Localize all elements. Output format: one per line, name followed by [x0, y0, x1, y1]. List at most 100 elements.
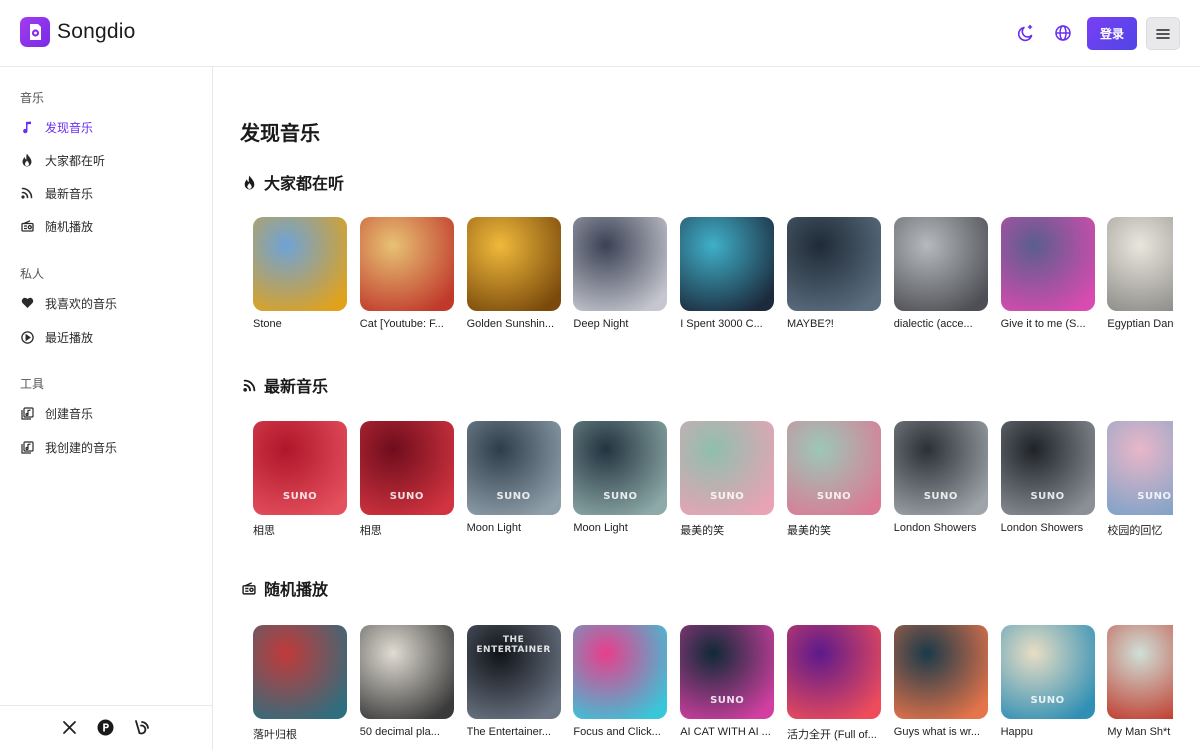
song-cover-art[interactable]: SUNO: [680, 625, 775, 719]
song-title[interactable]: Moon Light: [573, 522, 667, 534]
song-title[interactable]: Stone: [253, 318, 347, 330]
song-cover-art[interactable]: [787, 625, 881, 719]
song-card[interactable]: Deep Night: [573, 217, 668, 330]
song-card[interactable]: My Man Sh*t: [1107, 625, 1173, 738]
song-cover-art[interactable]: SUNO: [893, 421, 988, 515]
songdio-logo-icon[interactable]: [20, 17, 50, 47]
song-cover-art[interactable]: [253, 625, 347, 719]
song-title[interactable]: Deep Night: [573, 318, 667, 330]
login-button[interactable]: 登录: [1087, 17, 1137, 50]
song-title[interactable]: 最美的笑: [680, 522, 774, 538]
song-title[interactable]: Cat [Youtube: F...: [360, 318, 454, 330]
song-cover-art[interactable]: [1107, 217, 1173, 311]
song-cover-art[interactable]: SUNO: [253, 421, 347, 515]
song-card[interactable]: SUNO Moon Light: [466, 421, 561, 534]
globe-icon[interactable]: [1052, 22, 1074, 44]
song-title[interactable]: 最美的笑: [787, 522, 881, 538]
song-title[interactable]: Focus and Click...: [573, 726, 667, 738]
song-title[interactable]: 50 decimal pla...: [360, 726, 454, 738]
song-title[interactable]: Egyptian Dan: [1107, 318, 1173, 330]
x-icon[interactable]: [60, 718, 78, 736]
song-card[interactable]: THE ENTERTAINER The Entertainer...: [466, 625, 561, 738]
sidebar-item-latest[interactable]: 最新音乐: [20, 182, 200, 204]
song-title[interactable]: London Showers: [1001, 522, 1095, 534]
section-title: 随机播放: [264, 582, 329, 599]
song-cover-art[interactable]: [253, 217, 347, 311]
song-card[interactable]: Give it to me (S...: [1000, 217, 1095, 330]
sidebar-item-create[interactable]: 创建音乐: [20, 402, 200, 424]
song-card[interactable]: 活力全开 (Full of...: [787, 625, 881, 742]
song-card[interactable]: SUNO 最美的笑: [787, 421, 881, 538]
song-cover-art[interactable]: SUNO: [359, 421, 454, 515]
sidebar-item-trending[interactable]: 大家都在听: [20, 149, 200, 171]
menu-icon[interactable]: [1146, 17, 1180, 50]
song-card[interactable]: 落叶归根: [253, 625, 347, 742]
song-title[interactable]: 校园的回忆: [1107, 522, 1173, 538]
song-title[interactable]: 活力全开 (Full of...: [787, 726, 881, 742]
song-title[interactable]: Guys what is wr...: [894, 726, 988, 738]
sidebar-item-discover[interactable]: 发现音乐: [20, 116, 200, 138]
song-title[interactable]: The Entertainer...: [467, 726, 561, 738]
song-card[interactable]: Cat [Youtube: F...: [359, 217, 454, 330]
song-title[interactable]: 相思: [253, 522, 347, 538]
song-title[interactable]: dialectic (acce...: [894, 318, 988, 330]
song-card[interactable]: Golden Sunshin...: [466, 217, 561, 330]
sidebar-item-my-music[interactable]: 我创建的音乐: [20, 436, 200, 458]
song-cover-art[interactable]: [573, 217, 668, 311]
song-cover-art[interactable]: SUNO: [680, 421, 775, 515]
song-cover-art[interactable]: [466, 217, 561, 311]
song-card[interactable]: MAYBE?!: [787, 217, 881, 330]
song-cover-art[interactable]: [787, 217, 881, 311]
song-cover-art[interactable]: SUNO: [1107, 421, 1173, 515]
song-card[interactable]: SUNO Happu: [1000, 625, 1095, 738]
sidebar-item-shuffle[interactable]: 随机播放: [20, 215, 200, 237]
song-cover-art[interactable]: [893, 625, 988, 719]
song-cover-art[interactable]: SUNO: [573, 421, 668, 515]
app-name[interactable]: Songdio: [57, 20, 135, 44]
song-cover-art[interactable]: SUNO: [1000, 421, 1095, 515]
song-card[interactable]: 50 decimal pla...: [359, 625, 454, 738]
song-title[interactable]: Give it to me (S...: [1001, 318, 1095, 330]
song-cover-art[interactable]: [1107, 625, 1173, 719]
song-card[interactable]: SUNO London Showers: [893, 421, 988, 534]
song-card[interactable]: Guys what is wr...: [893, 625, 988, 738]
song-title[interactable]: Moon Light: [467, 522, 561, 534]
song-title[interactable]: AI CAT WITH AI ...: [680, 726, 774, 738]
song-cover-art[interactable]: SUNO: [1000, 625, 1095, 719]
song-title[interactable]: Golden Sunshin...: [467, 318, 561, 330]
song-cover-art[interactable]: [893, 217, 988, 311]
song-cover-art[interactable]: [680, 217, 775, 311]
bluesky-icon[interactable]: [132, 718, 150, 736]
song-card[interactable]: SUNO London Showers: [1000, 421, 1095, 534]
song-title[interactable]: My Man Sh*t: [1107, 726, 1173, 738]
song-card[interactable]: SUNO Moon Light: [573, 421, 668, 534]
song-card[interactable]: SUNO AI CAT WITH AI ...: [680, 625, 775, 738]
song-title[interactable]: 相思: [360, 522, 454, 538]
song-cover-art[interactable]: [573, 625, 668, 719]
product-hunt-icon[interactable]: [96, 718, 114, 736]
sidebar-item-recent[interactable]: 最近播放: [20, 326, 200, 348]
song-card[interactable]: SUNO 相思: [359, 421, 454, 538]
song-cover-art[interactable]: THE ENTERTAINER: [466, 625, 561, 719]
moon-icon[interactable]: [1015, 22, 1037, 44]
song-cover-art[interactable]: [1000, 217, 1095, 311]
song-cover-art[interactable]: SUNO: [466, 421, 561, 515]
song-cover-art[interactable]: SUNO: [787, 421, 881, 515]
song-card[interactable]: SUNO 相思: [253, 421, 347, 538]
song-card[interactable]: Stone: [253, 217, 347, 330]
song-cover-art[interactable]: [359, 217, 454, 311]
song-title[interactable]: Happu: [1001, 726, 1095, 738]
song-card[interactable]: dialectic (acce...: [893, 217, 988, 330]
song-card[interactable]: SUNO 校园的回忆: [1107, 421, 1173, 538]
song-card[interactable]: I Spent 3000 C...: [680, 217, 775, 330]
song-card[interactable]: Focus and Click...: [573, 625, 668, 738]
song-cover-art[interactable]: [359, 625, 454, 719]
song-card[interactable]: SUNO 最美的笑: [680, 421, 775, 538]
song-title[interactable]: I Spent 3000 C...: [680, 318, 774, 330]
song-card[interactable]: Egyptian Dan: [1107, 217, 1173, 330]
sidebar-item-liked[interactable]: 我喜欢的音乐: [20, 292, 200, 314]
song-title[interactable]: 落叶归根: [253, 726, 347, 742]
sidebar-item-label: 创建音乐: [45, 406, 94, 421]
song-title[interactable]: MAYBE?!: [787, 318, 881, 330]
song-title[interactable]: London Showers: [894, 522, 988, 534]
